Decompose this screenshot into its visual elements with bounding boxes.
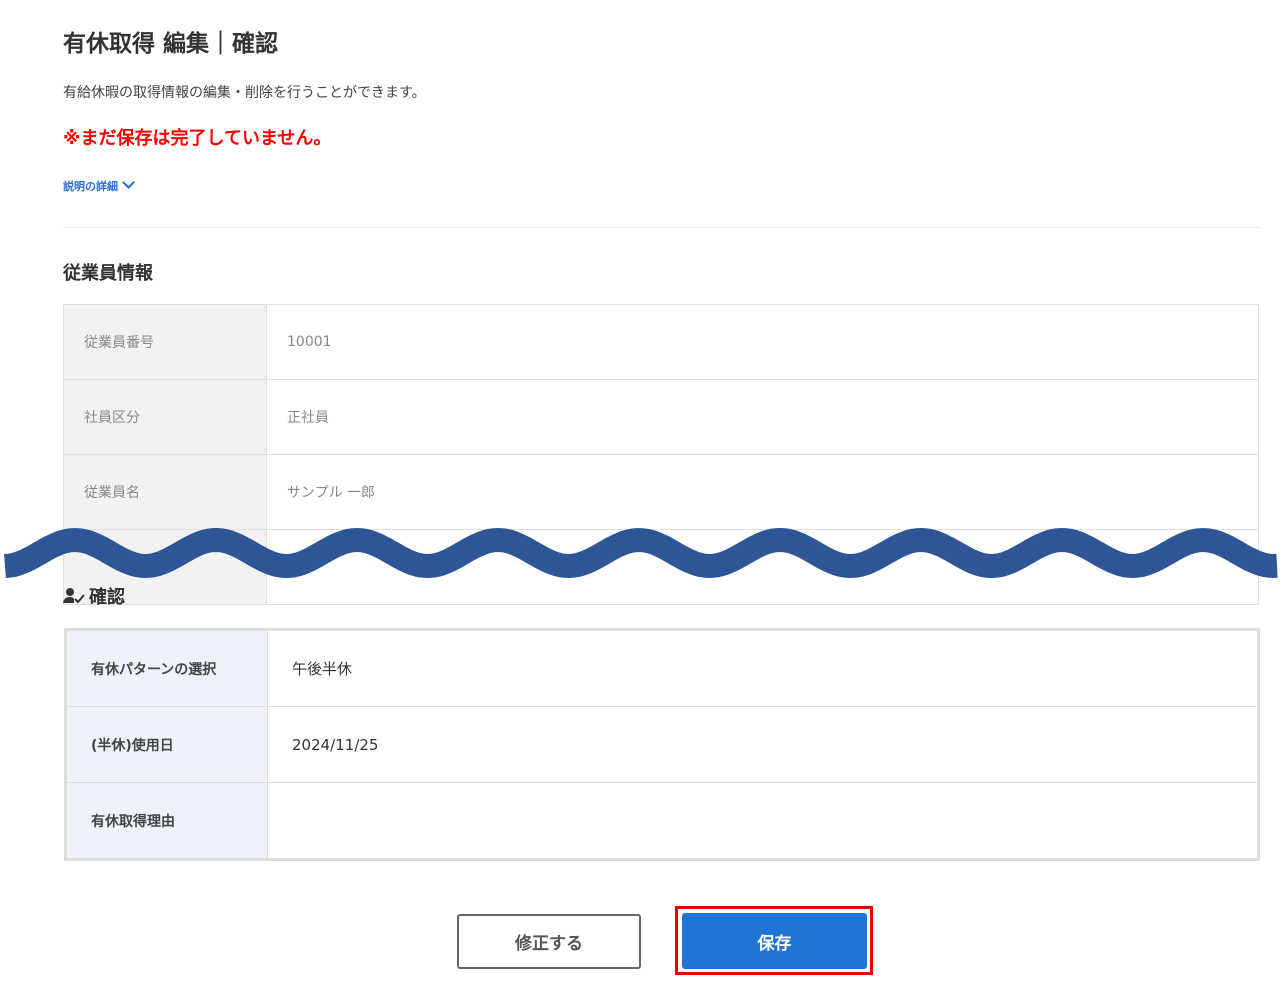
row-label: 従業員番号	[63, 304, 267, 380]
table-row: 従業員番号 10001	[63, 304, 1259, 380]
row-label: 社員区分	[63, 379, 267, 455]
row-value: 2024/11/25	[267, 706, 1257, 783]
user-check-icon	[63, 588, 85, 604]
table-row: 有休取得理由	[67, 782, 1258, 859]
details-label: 説明の詳細	[63, 180, 118, 193]
row-label: 有休パターンの選択	[67, 631, 268, 707]
save-button[interactable]: 保存	[682, 913, 867, 969]
page-title: 有休取得 編集｜確認	[63, 31, 279, 57]
row-value	[268, 783, 1258, 859]
page-description: 有給休暇の取得情報の編集・削除を行うことができます。	[63, 85, 426, 101]
divider	[63, 227, 1259, 228]
chevron-down-icon	[122, 176, 135, 189]
row-value: 10001	[266, 304, 1259, 380]
confirm-section-title: 確認	[63, 583, 125, 609]
table-row: 有休パターンの選択 午後半休	[67, 631, 1257, 707]
fix-button[interactable]: 修正する	[457, 914, 641, 969]
row-label: 有休取得理由	[67, 782, 268, 858]
row-value: 午後半休	[267, 631, 1257, 707]
wave-line	[4, 527, 1278, 579]
confirm-table: 有休パターンの選択 午後半休 (半休)使用日 2024/11/25 有休取得理由	[64, 628, 1260, 861]
details-toggle[interactable]: 説明の詳細	[63, 176, 135, 194]
row-label: (半休)使用日	[67, 706, 268, 783]
row-value: 正社員	[266, 379, 1259, 455]
wave-divider	[4, 527, 1278, 579]
confirm-title-text: 確認	[89, 587, 125, 608]
table-row: 社員区分 正社員	[63, 379, 1259, 455]
table-row: (半休)使用日 2024/11/25	[67, 706, 1257, 783]
employee-section-title: 従業員情報	[63, 263, 153, 284]
unsaved-warning: ※まだ保存は完了していません。	[63, 128, 332, 149]
